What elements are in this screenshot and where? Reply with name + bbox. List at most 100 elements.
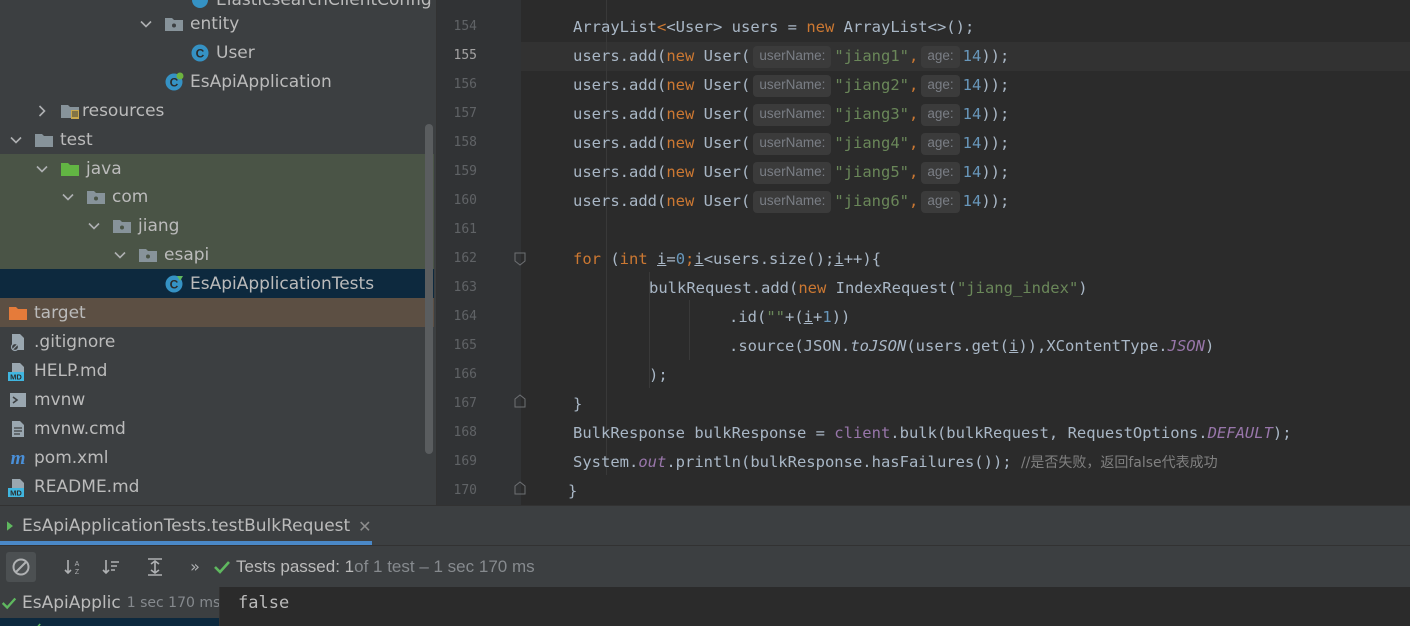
tree-item-esapiapplicationtests[interactable]: C EsApiApplicationTests [0, 269, 434, 298]
line-number: 154 [453, 19, 477, 34]
code-line-155: users.add(new User(userName: "jiang1", age… [573, 42, 1009, 71]
more-actions-button[interactable]: » [186, 552, 204, 582]
code-line-163: bulkRequest.add(new IndexRequest("jiang_… [649, 279, 1088, 297]
param-hint: age: [921, 132, 960, 155]
tree-item-target[interactable]: target [0, 298, 434, 327]
code-line-160: users.add(new User(userName: "jiang6", age… [573, 187, 1009, 216]
folder-icon [34, 130, 54, 150]
svg-text:C: C [196, 46, 205, 60]
param-hint: age: [921, 190, 960, 213]
param-hint: userName: [753, 45, 832, 68]
svg-text:MD: MD [10, 488, 22, 497]
tree-item-jiang[interactable]: jiang [0, 211, 434, 240]
ignore-file-icon [8, 332, 28, 352]
expand-all-button[interactable] [140, 552, 170, 582]
line-number: 161 [453, 222, 477, 237]
tree-item-mvnw-cmd[interactable]: mvnw.cmd [0, 414, 434, 443]
tree-item-entity[interactable]: entity [0, 9, 434, 38]
tree-item-test[interactable]: test [0, 125, 434, 154]
indent-guide [689, 300, 690, 360]
chevron-down-icon[interactable] [86, 218, 102, 234]
line-number: 170 [453, 483, 477, 498]
run-toolbar: AZ » Tests passed: 1 of 1 test – 1 sec 1… [0, 545, 1410, 587]
sort-by-duration-button[interactable] [96, 552, 126, 582]
line-number: 167 [453, 396, 477, 411]
fold-end-icon[interactable] [514, 481, 526, 495]
line-number: 157 [453, 106, 477, 121]
line-number: 159 [453, 164, 477, 179]
code-line-157: users.add(new User(userName: "jiang3", age… [573, 100, 1009, 129]
line-number: 160 [453, 193, 477, 208]
tree-item-readme-md[interactable]: MD README.md [0, 472, 434, 501]
test-class-icon: C [164, 274, 184, 294]
markdown-file-icon: MD [8, 361, 28, 381]
chevron-down-icon[interactable] [34, 161, 50, 177]
close-icon[interactable]: ✕ [358, 517, 371, 536]
check-icon [212, 557, 232, 577]
sort-duration-icon [102, 559, 119, 574]
line-number: 166 [453, 367, 477, 382]
java-class-icon: C [190, 43, 210, 63]
spring-boot-class-icon: C [164, 72, 184, 92]
test-tree-item[interactable]: EsApiApplic 1 sec 170 ms [0, 587, 219, 618]
run-config-icon [4, 516, 16, 536]
package-folder-icon [138, 245, 158, 265]
test-tree-item-selected[interactable] [0, 618, 219, 626]
project-tree: ElasticsearchClientConfig entity C User … [0, 0, 436, 505]
tree-item-pom-xml[interactable]: m pom.xml [0, 443, 434, 472]
tree-item-esapi[interactable]: esapi [0, 240, 434, 269]
tree-item-help-md[interactable]: MD HELP.md [0, 356, 434, 385]
test-status: Tests passed: 1 of 1 test – 1 sec 170 ms [212, 557, 535, 577]
line-number: 163 [453, 280, 477, 295]
line-number: 158 [453, 135, 477, 150]
tree-item-user-class[interactable]: C User [0, 38, 434, 67]
resources-folder-icon [60, 101, 80, 121]
double-chevron-right-icon: » [190, 557, 200, 576]
tree-item-resources[interactable]: resources [0, 96, 434, 125]
run-tab[interactable]: EsApiApplicationTests.testBulkRequest ✕ [0, 506, 372, 546]
chevron-down-icon[interactable] [8, 132, 24, 148]
cancel-icon [12, 558, 30, 575]
line-number: 169 [453, 454, 477, 469]
param-hint: age: [921, 161, 960, 184]
svg-text:A: A [75, 561, 80, 568]
console-output-panel[interactable]: false [220, 587, 1410, 626]
package-folder-icon [112, 216, 132, 236]
markdown-file-icon: MD [8, 477, 28, 497]
code-line-169: System.out.println(bulkResponse.hasFailu… [573, 453, 1218, 471]
code-line-154: ArrayList<<User> users = new ArrayList<>… [573, 18, 975, 36]
chevron-down-icon[interactable] [60, 189, 76, 205]
stop-button[interactable] [6, 551, 36, 582]
maven-icon: m [8, 448, 28, 468]
chevron-down-icon[interactable] [112, 247, 128, 263]
param-hint: age: [921, 103, 960, 126]
param-hint: userName: [753, 161, 832, 184]
chevron-down-icon[interactable] [138, 16, 154, 32]
svg-text:C: C [170, 277, 179, 291]
code-line-170: } [568, 482, 578, 500]
console-output-text: false [238, 593, 290, 613]
tree-item-mvnw[interactable]: mvnw [0, 385, 434, 414]
line-number: 162 [453, 251, 477, 266]
tree-scrollbar[interactable] [425, 124, 433, 454]
line-number: 155 [453, 48, 477, 63]
code-editor[interactable]: 154 155 156 157 158 159 160 161 162 163 … [437, 0, 1410, 505]
fold-start-icon[interactable] [514, 252, 526, 266]
package-folder-icon [164, 14, 184, 34]
chevron-right-icon[interactable] [34, 103, 50, 119]
tree-item-com[interactable]: com [0, 182, 434, 211]
run-tab-bar: EsApiApplicationTests.testBulkRequest ✕ [0, 505, 1410, 545]
tree-item-gitignore[interactable]: .gitignore [0, 327, 434, 356]
code-line-156: users.add(new User(userName: "jiang2", age… [573, 71, 1009, 100]
sort-alphabetically-button[interactable]: AZ [58, 552, 88, 582]
check-icon [30, 618, 41, 626]
tree-item-esapiapplication[interactable]: C EsApiApplication [0, 67, 434, 96]
sort-az-icon: AZ [64, 559, 80, 576]
param-hint: userName: [753, 190, 832, 213]
line-number: 165 [453, 338, 477, 353]
code-line-162: for (int i=0;i<users.size();i++){ [573, 250, 882, 268]
code-line-167: } [573, 395, 583, 413]
param-hint: userName: [753, 132, 832, 155]
tree-item-java[interactable]: java [0, 154, 434, 183]
fold-end-icon[interactable] [514, 394, 526, 408]
